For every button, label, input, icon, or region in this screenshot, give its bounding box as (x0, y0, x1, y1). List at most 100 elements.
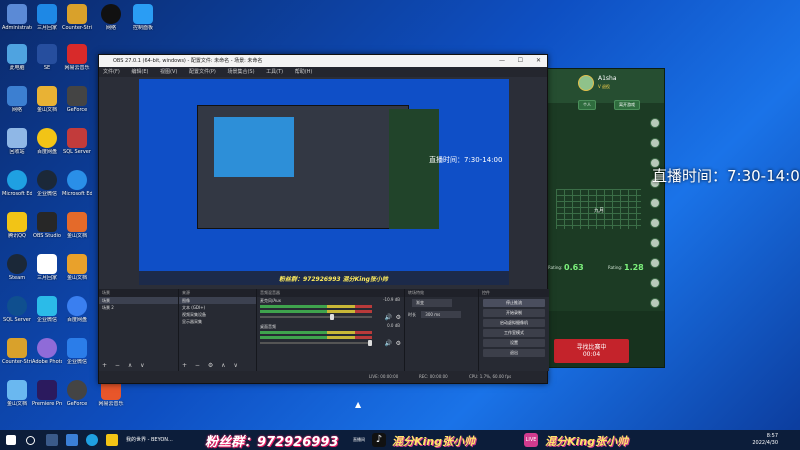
desktop-icon[interactable]: Premiere Pro (32, 380, 62, 407)
menu-tools[interactable]: 工具(T) (266, 69, 283, 75)
desktop-icon[interactable]: Administrator (2, 4, 32, 31)
user-folder-icon (7, 4, 27, 24)
friend-avatar[interactable] (650, 118, 660, 128)
studio-mode-button[interactable]: 工作室模式 (483, 329, 545, 337)
taskbar-app-item[interactable]: 我的世界 - BEYON... (126, 430, 173, 450)
edge-icon[interactable] (86, 434, 98, 446)
desktop-icon[interactable]: SQL Server (62, 128, 92, 155)
brand-banner: 混分King张小帅 (545, 435, 628, 448)
minimize-icon[interactable]: — (499, 55, 505, 67)
source-item[interactable]: 视频采集设备 (179, 311, 256, 318)
desktop-icon[interactable]: GeForce (62, 380, 92, 407)
desktop-icon[interactable]: Adobe Photoshop (32, 338, 62, 365)
desktop-icon[interactable]: 企业微信 (32, 296, 62, 323)
mixer-track-db: 0.0 dB (387, 323, 400, 328)
friend-avatar[interactable] (650, 278, 660, 288)
desktop-icon[interactable]: 三月回家 (32, 254, 62, 281)
duration-input[interactable]: 300 ms (421, 311, 462, 318)
obs-preview-canvas[interactable]: 直播时间：7:30-14:00 粉丝群：972926993 混分King张小帅 (139, 79, 509, 285)
friend-avatar[interactable] (650, 258, 660, 268)
desktop-icon[interactable]: SE (32, 44, 62, 71)
search-icon[interactable] (26, 436, 35, 445)
desktop-icon[interactable]: 金山文档 (62, 212, 92, 239)
transition-type-select[interactable]: 渐变 (412, 299, 452, 307)
desktop-icon[interactable]: GeForce (62, 86, 92, 113)
desktop-icon[interactable]: Steam (2, 254, 32, 281)
desktop-icon[interactable]: 网易云音乐 (62, 44, 92, 71)
exit-button[interactable]: 退出 (483, 349, 545, 357)
desktop-icon[interactable]: 控制面板 (128, 4, 158, 31)
menu-help[interactable]: 帮助(H) (295, 69, 313, 75)
game-window[interactable]: A1sha V 退役 个人 离开游戏 九月 Rating: 0.63 Ratin… (545, 68, 665, 368)
desktop-icon[interactable]: Microsoft Edge (62, 170, 92, 197)
menu-view[interactable]: 视图(V) (160, 69, 177, 75)
desktop-icon[interactable]: 百度网盘 (32, 128, 62, 155)
desktop-icon[interactable]: SQL Server (2, 296, 32, 323)
app-icon[interactable] (66, 434, 78, 446)
personal-button[interactable]: 个人 (578, 100, 596, 110)
desktop-icon[interactable]: 网络 (2, 86, 32, 113)
menu-profile[interactable]: 配置文件(P) (189, 69, 216, 75)
desktop-icon[interactable]: 企业微信 (32, 170, 62, 197)
desktop-icon[interactable]: 网络 (96, 4, 126, 31)
preview-nested-capture (214, 117, 294, 177)
menu-edit[interactable]: 编辑(E) (131, 69, 148, 75)
volume-slider[interactable] (260, 340, 372, 346)
folder-icon[interactable] (106, 434, 118, 446)
player-avatar[interactable] (578, 75, 594, 91)
app-icon (67, 380, 87, 400)
desktop-icon[interactable]: Counter-Strike 2 (62, 4, 92, 31)
desktop-icon[interactable]: 企业微信 (62, 338, 92, 365)
player-level: V 退役 (598, 84, 611, 89)
seek-match-button[interactable]: 寻找比赛中 00:04 (554, 339, 629, 363)
player-name: A1sha (598, 75, 617, 82)
sources-toolbar[interactable]: + − ⚙ ∧ ∨ (182, 362, 241, 369)
source-item[interactable]: 显示器采集 (179, 318, 256, 325)
desktop-icon[interactable]: 网易云音乐 (96, 380, 126, 407)
volume-knob[interactable] (368, 340, 372, 346)
scenes-toolbar[interactable]: + − ∧ ∨ (102, 362, 148, 369)
obs-title-bar[interactable]: OBS 27.0.1 (64-bit, windows) - 配置文件: 未命名… (99, 55, 547, 67)
desktop-icon[interactable]: 金山文档 (62, 254, 92, 281)
volume-slider[interactable] (260, 314, 372, 320)
stop-streaming-button[interactable]: 停止推流 (483, 299, 545, 307)
desktop-icon[interactable]: 金山文档 (32, 86, 62, 113)
desktop-icon[interactable]: 三月回家 (32, 4, 62, 31)
app-icon (37, 44, 57, 64)
start-recording-button[interactable]: 开始录制 (483, 309, 545, 317)
desktop-icon[interactable]: Microsoft Edge (2, 170, 32, 197)
obs-window[interactable]: OBS 27.0.1 (64-bit, windows) - 配置文件: 未命名… (98, 54, 549, 384)
menu-file[interactable]: 文件(F) (103, 69, 120, 75)
maximize-icon[interactable]: ☐ (518, 55, 523, 67)
scene-item[interactable]: 场景 2 (99, 304, 178, 311)
desktop-icon[interactable]: 金山文档 (2, 380, 32, 407)
windows-start-icon[interactable] (6, 435, 16, 445)
desktop-icon[interactable]: 百度网盘 (62, 296, 92, 323)
source-item[interactable]: 图像 (179, 297, 256, 304)
friend-avatar[interactable] (650, 218, 660, 228)
settings-button[interactable]: 设置 (483, 339, 545, 347)
close-icon[interactable]: ✕ (536, 55, 541, 67)
speaker-icon[interactable]: 🔊 (385, 340, 392, 347)
friend-avatar[interactable] (650, 138, 660, 148)
volume-knob[interactable] (330, 314, 334, 320)
source-item[interactable]: 文本 (GDI+) (179, 304, 256, 311)
friend-avatar[interactable] (650, 238, 660, 248)
friend-avatar[interactable] (650, 198, 660, 208)
friend-avatar[interactable] (650, 298, 660, 308)
desktop-icon[interactable]: 腾讯QQ (2, 212, 32, 239)
system-clock[interactable]: 8:57 2022/4/30 (752, 433, 778, 447)
task-view-icon[interactable] (46, 434, 58, 446)
gear-icon[interactable]: ⚙ (396, 340, 401, 347)
scene-item[interactable]: 场景 (99, 297, 178, 304)
menu-scene-collection[interactable]: 场景集合(S) (227, 69, 254, 75)
desktop-icon[interactable]: Counter-Strike 2 (2, 338, 32, 365)
rec-status: REC: 00:00:00 (419, 374, 448, 379)
desktop-icon[interactable]: 此电脑 (2, 44, 32, 71)
leave-game-button[interactable]: 离开游戏 (614, 100, 640, 110)
gear-icon[interactable]: ⚙ (396, 314, 401, 321)
speaker-icon[interactable]: 🔊 (385, 314, 392, 321)
virtual-camera-button[interactable]: 启动虚拟摄像机 (483, 319, 545, 327)
desktop-icon[interactable]: OBS Studio (32, 212, 62, 239)
desktop-icon[interactable]: 回收站 (2, 128, 32, 155)
